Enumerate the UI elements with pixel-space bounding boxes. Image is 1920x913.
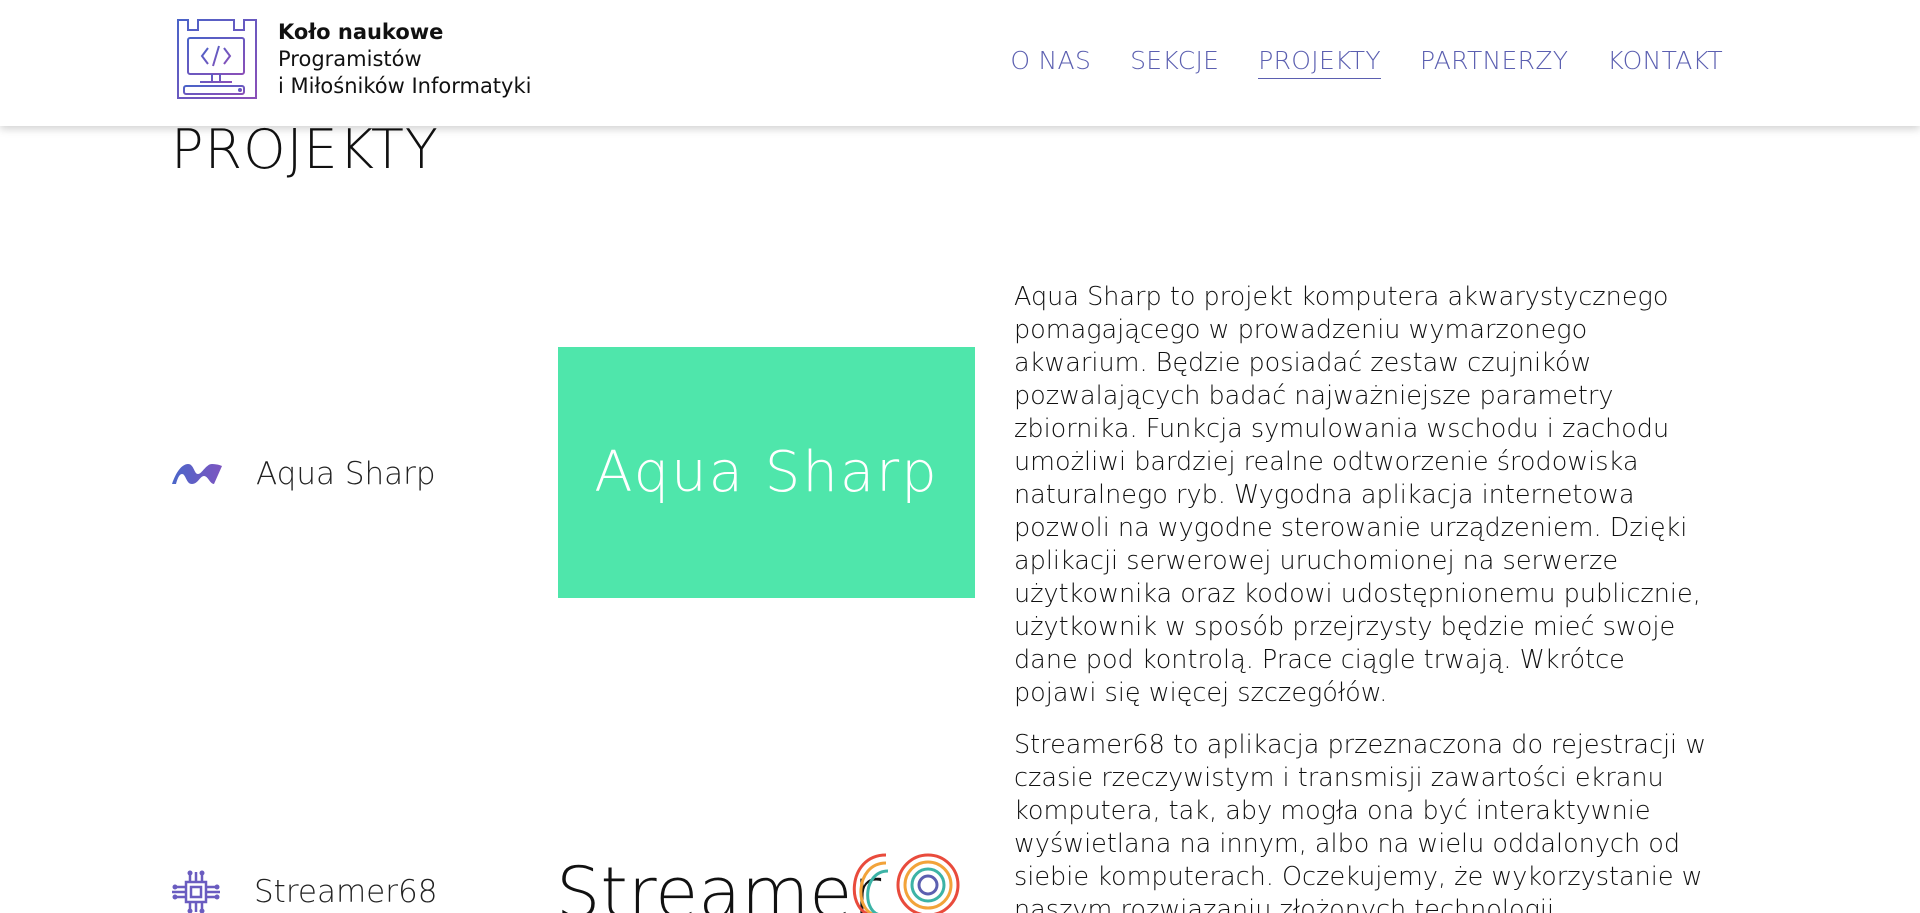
- project-description-aqua-sharp: Aqua Sharp to projekt komputera akwaryst…: [1014, 282, 1701, 708]
- streamer68-logo-graphic: Streamer: [556, 852, 960, 913]
- castle-computer-logo-icon: [177, 19, 257, 99]
- project-title-aqua-sharp[interactable]: Aqua Sharp: [170, 456, 436, 492]
- nav-o-nas[interactable]: O NAS: [1010, 46, 1091, 79]
- nav-partnerzy[interactable]: PARTNERZY: [1420, 46, 1568, 79]
- aqua-sharp-image: Aqua Sharp: [558, 347, 975, 598]
- logo-line-1: Koło naukowe: [278, 19, 444, 44]
- page-title: PROJEKTY: [171, 118, 439, 181]
- project-description-streamer68: Streamer68 to aplikacja przeznaczona do …: [1014, 730, 1707, 913]
- nav-sekcje[interactable]: SEKCJE: [1130, 46, 1219, 79]
- site-header: Koło naukowe Programistów i Miłośników I…: [0, 0, 1920, 126]
- chip-icon: [172, 870, 220, 913]
- svg-text:Streamer: Streamer: [556, 852, 881, 913]
- logo-line-2: Programistów: [278, 46, 422, 71]
- logo-line-3: i Miłośników Informatyki: [278, 73, 532, 98]
- project-name: Streamer68: [254, 874, 438, 910]
- aqua-sharp-image-text: Aqua Sharp: [594, 440, 939, 505]
- logo-text: Koło naukowe Programistów i Miłośników I…: [278, 19, 531, 100]
- nav-kontakt[interactable]: KONTAKT: [1607, 46, 1723, 79]
- main-nav: O NAS SEKCJE PROJEKTY PARTNERZY KONTAKT: [971, 46, 1723, 79]
- streamer68-image: Streamer: [556, 845, 976, 913]
- project-name: Aqua Sharp: [256, 456, 436, 492]
- dotnet-icon: [172, 464, 222, 484]
- project-title-streamer68[interactable]: Streamer68: [170, 870, 437, 913]
- nav-projekty[interactable]: PROJEKTY: [1258, 46, 1381, 79]
- site-logo[interactable]: Koło naukowe Programistów i Miłośników I…: [176, 18, 531, 100]
